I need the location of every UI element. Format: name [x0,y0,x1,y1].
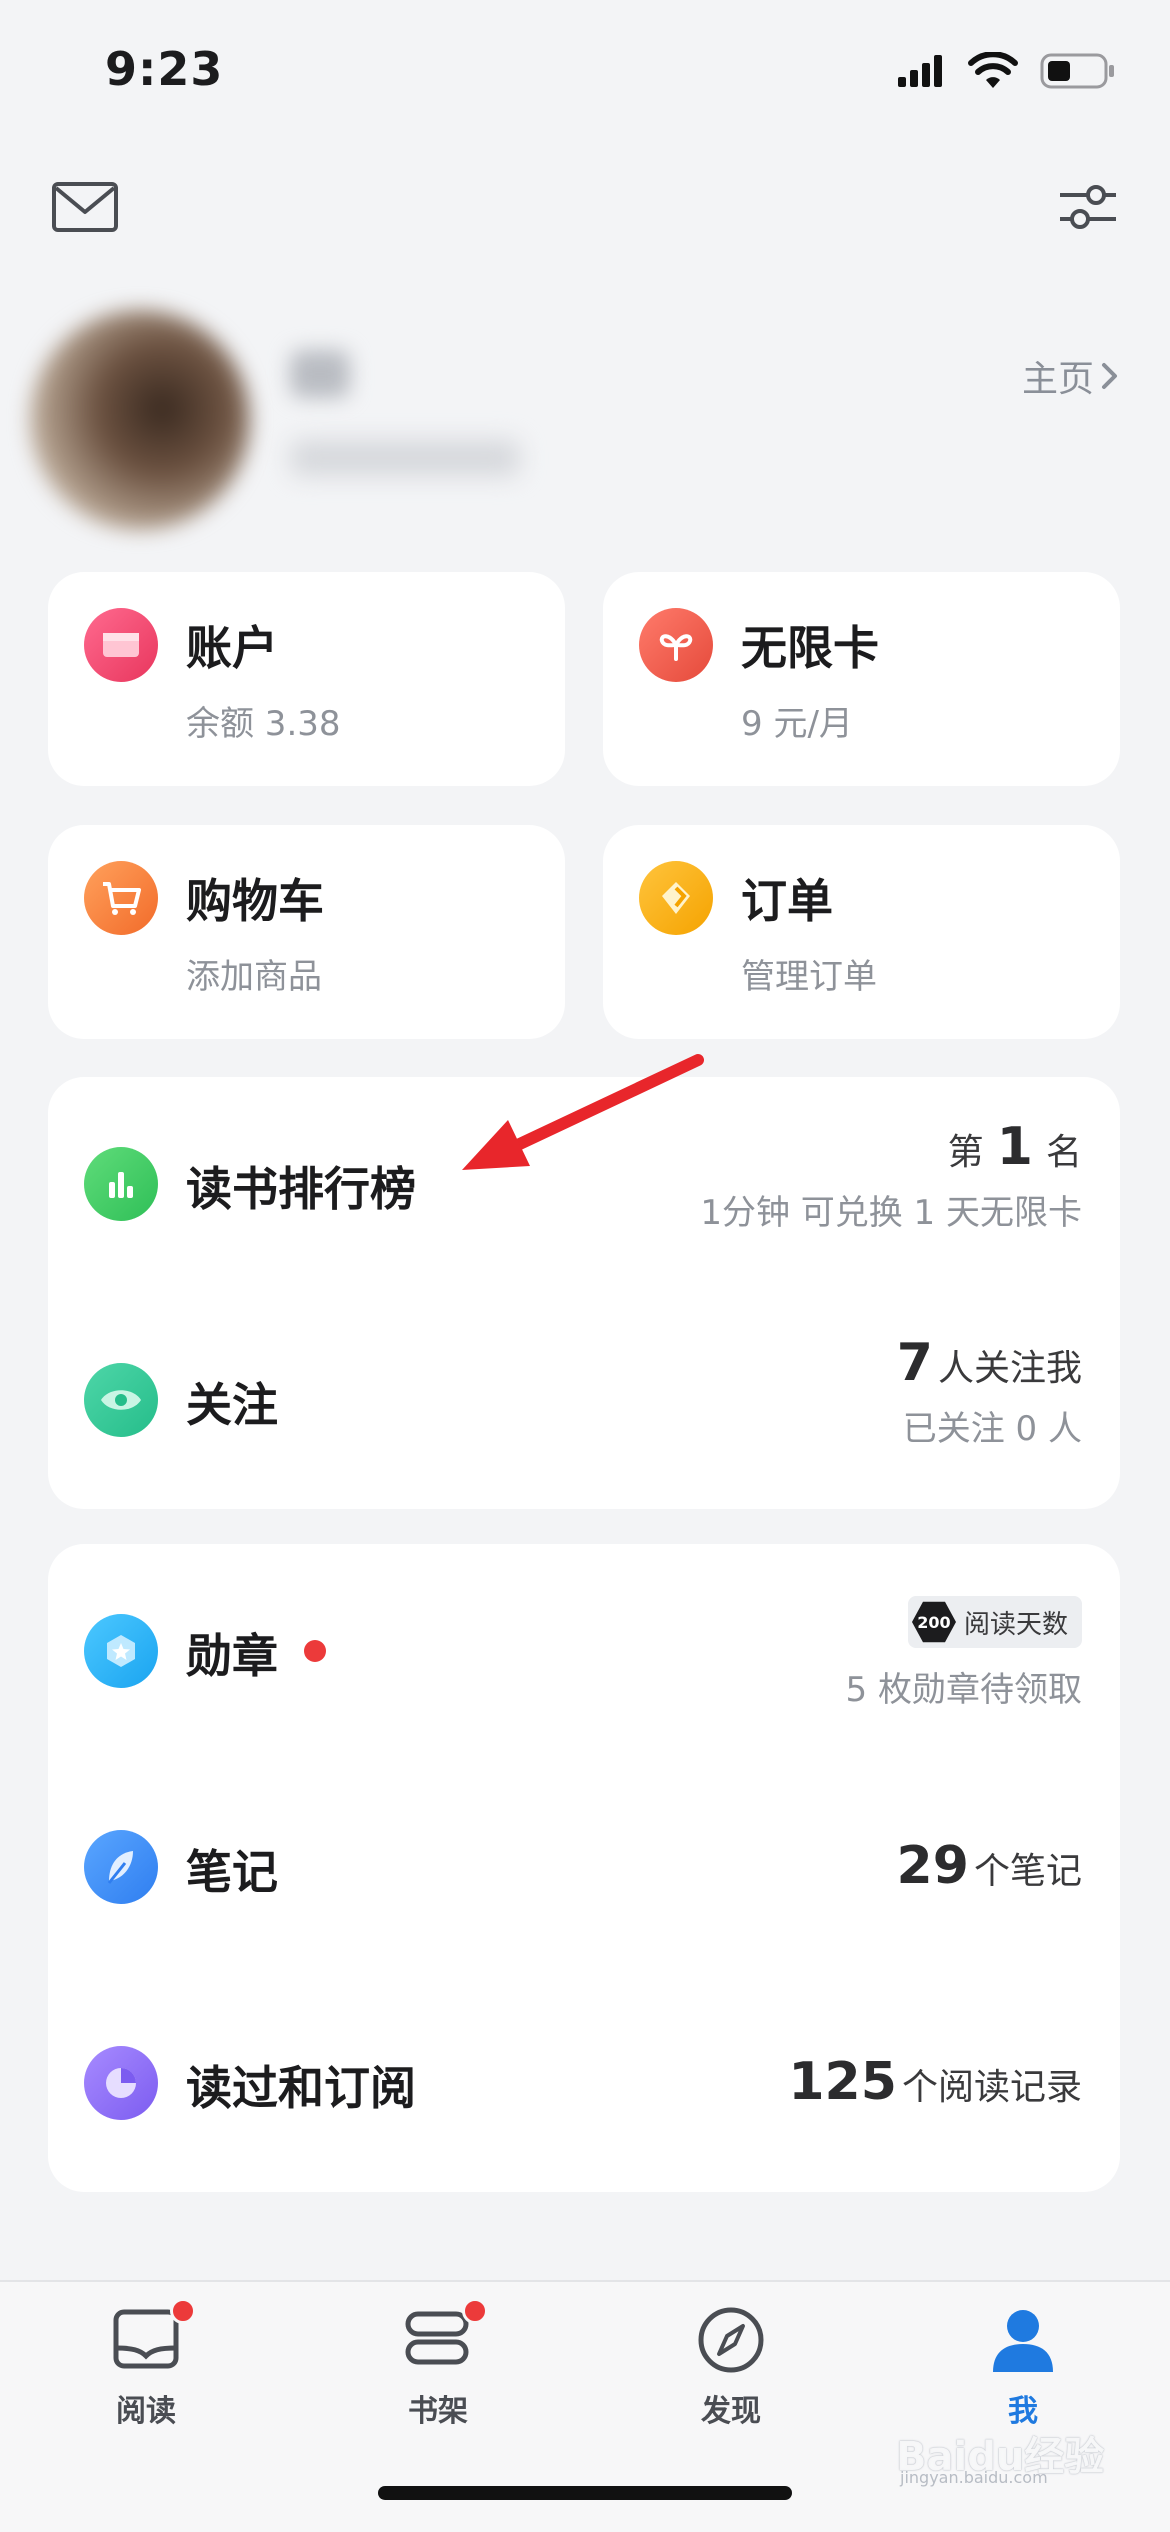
notes-info: 29 个笔记 [897,1836,1082,1896]
history-label: 个阅读记录 [901,2067,1082,2108]
status-icons [896,52,1116,90]
orders-subtitle: 管理订单 [741,957,877,997]
account-balance: 余额 3.38 [186,704,341,744]
rank-suffix: 名 [1045,1132,1082,1173]
wallet-icon [84,608,158,682]
followers-count: 7 [896,1333,933,1393]
baidu-watermark-url: jingyan.baidu.com [900,2468,1048,2487]
username-blurred [290,350,350,398]
history-title: 读过和订阅 [186,2061,416,2115]
notes-label: 个笔记 [973,1851,1082,1892]
status-bar: 9:23 [0,0,1170,150]
homepage-link[interactable]: 主页 [1022,350,1120,402]
history-row[interactable]: 读过和订阅 125 个阅读记录 [48,1976,1120,2192]
pie-chart-icon [84,2046,158,2120]
notes-title: 笔记 [186,1845,278,1899]
shopping-cart-icon [84,861,158,935]
infinity-icon [639,608,713,682]
notes-count: 29 [896,1836,969,1896]
bar-chart-icon [84,1147,158,1221]
settings-sliders-icon[interactable] [1056,175,1120,239]
following-text: 已关注 0 人 [902,1409,1082,1449]
tab-bookshelf-dot [462,2298,488,2324]
person-icon [987,2304,1059,2376]
rank-prefix: 第 [947,1132,984,1173]
home-indicator[interactable] [378,2486,792,2500]
homepage-link-label: 主页 [1021,359,1094,400]
tab-reading-dot [170,2298,196,2324]
records-card: 勋章 200 阅读天数 5 枚勋章待领取 笔记 29 个笔记 读过和订阅 125… [48,1544,1120,2192]
orders-card[interactable]: 订单 管理订单 [603,825,1120,1039]
unlimited-card-price: 9 元/月 [741,704,853,744]
orders-title: 订单 [741,874,833,928]
order-tag-icon [639,861,713,935]
chevron-right-icon [1102,363,1117,389]
ranking-info: 第 1 名 1分钟 可兑换 1 天无限卡 [700,1117,1082,1234]
history-count: 125 [788,2052,897,2112]
wifi-icon [968,52,1018,88]
medal-icon [84,1614,158,1688]
book-open-icon [110,2298,196,2376]
eye-icon [84,1363,158,1437]
compass-icon [695,2304,767,2376]
bookshelf-icon [402,2298,488,2376]
cart-title: 购物车 [186,874,324,928]
unlimited-card-title: 无限卡 [741,621,879,675]
feather-icon [84,1830,158,1904]
mail-icon[interactable] [50,180,120,236]
tab-reading-label: 阅读 [116,2394,176,2429]
unlimited-card[interactable]: 无限卡 9 元/月 [603,572,1120,786]
medals-pending: 5 枚勋章待领取 [845,1670,1082,1710]
tab-reading[interactable]: 阅读 [66,2298,226,2430]
followers-label: 人关注我 [937,1348,1082,1389]
tab-discover[interactable]: 发现 [651,2304,811,2430]
account-title: 账户 [186,621,278,675]
profile-header[interactable]: 主页 [0,290,1170,540]
reading-days-badge: 200 阅读天数 [907,1596,1082,1648]
badge-number: 200 [911,1601,956,1643]
user-subtitle-blurred [290,440,520,476]
account-card[interactable]: 账户 余额 3.38 [48,572,565,786]
tab-bookshelf[interactable]: 书架 [358,2298,518,2430]
ranking-title: 读书排行榜 [186,1162,416,1216]
badge-label: 阅读天数 [963,1609,1068,1640]
cart-card[interactable]: 购物车 添加商品 [48,825,565,1039]
history-info: 125 个阅读记录 [788,2052,1082,2112]
medals-title: 勋章 [186,1629,278,1683]
notes-row[interactable]: 笔记 29 个笔记 [48,1760,1120,1976]
battery-icon [1040,53,1114,89]
header-actions [0,170,1170,250]
cellular-signal-icon [898,55,942,87]
tab-discover-label: 发现 [701,2394,761,2429]
follow-info: 7 人关注我 已关注 0 人 [897,1333,1082,1450]
ranking-hint: 1分钟 可兑换 1 天无限卡 [700,1193,1082,1233]
tab-bookshelf-label: 书架 [408,2394,468,2429]
follow-row[interactable]: 关注 7 人关注我 已关注 0 人 [48,1293,1120,1509]
follow-title: 关注 [186,1378,278,1432]
cart-subtitle: 添加商品 [186,957,322,997]
medals-info: 200 阅读天数 5 枚勋章待领取 [846,1596,1082,1711]
annotation-arrow-icon [462,1054,704,1170]
avatar[interactable] [30,310,250,530]
medals-notification-dot [304,1640,326,1662]
status-time: 9:23 [105,42,224,96]
tab-me[interactable]: 我 [943,2304,1103,2430]
medals-row[interactable]: 勋章 200 阅读天数 5 枚勋章待领取 [48,1544,1120,1760]
rank-value: 1 [996,1117,1033,1177]
